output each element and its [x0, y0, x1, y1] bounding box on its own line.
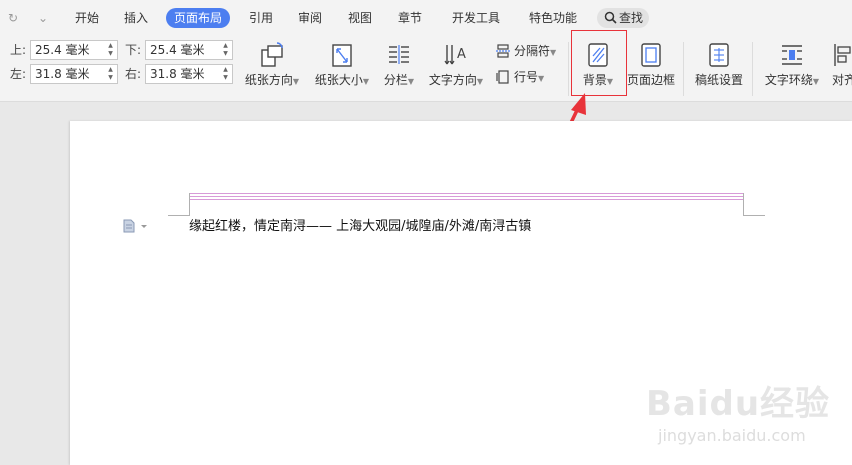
- text-direction-icon: A: [444, 45, 466, 65]
- page-border-icon: [641, 43, 661, 67]
- columns-icon: [389, 45, 409, 64]
- crop-mark: [743, 215, 765, 216]
- tab-home[interactable]: 开始: [75, 8, 99, 28]
- baidu-watermark: Baidu经验 jingyan.baidu.com: [646, 376, 846, 456]
- tab-references[interactable]: 引用: [249, 8, 273, 28]
- breaks-icon: [496, 44, 510, 58]
- ribbon-divider: [752, 42, 753, 96]
- paragraph-handle-icon[interactable]: [123, 219, 149, 233]
- margin-bottom-label: 下:: [125, 43, 142, 57]
- redo-icon[interactable]: ↻: [8, 10, 18, 26]
- line-numbers-label: 行号: [514, 70, 539, 84]
- margin-bottom-stepper[interactable]: ▲ ▼: [221, 42, 230, 58]
- quick-access-dropdown-icon[interactable]: ⌄: [38, 10, 48, 26]
- watermark-logo: Baidu经验: [646, 384, 831, 424]
- paper-size-button[interactable]: 纸张大小▼: [311, 38, 373, 100]
- watermark-url: jingyan.baidu.com: [658, 426, 806, 445]
- tab-sections[interactable]: 章节: [398, 8, 422, 28]
- margin-left-stepper[interactable]: ▲ ▼: [106, 66, 115, 82]
- tab-insert[interactable]: 插入: [124, 8, 148, 28]
- margin-bottom-input[interactable]: 25.4 毫米 ▲ ▼: [145, 40, 233, 60]
- text-wrap-button[interactable]: 文字环绕▼: [760, 38, 824, 100]
- search-label: 查找: [619, 11, 644, 25]
- orientation-label: 纸张方向: [244, 73, 293, 87]
- margin-right-value: 31.8 毫米: [150, 67, 205, 81]
- crop-mark: [168, 215, 190, 216]
- manuscript-grid-icon: [709, 43, 729, 67]
- orientation-button[interactable]: 纸张方向▼: [240, 38, 304, 100]
- manuscript-settings-label: 稿纸设置: [694, 73, 743, 87]
- tab-special-features[interactable]: 特色功能: [529, 8, 577, 28]
- margin-left-input[interactable]: 31.8 毫米 ▲ ▼: [30, 64, 118, 84]
- document-text-line[interactable]: 缘起红楼，情定南浔—— 上海大观园/城隍庙/外滩/南浔古镇: [189, 218, 531, 236]
- text-wrap-label: 文字环绕: [764, 73, 813, 87]
- breaks-button[interactable]: 分隔符▼: [496, 42, 568, 60]
- header-divider: [190, 193, 743, 194]
- align-label: 对齐: [832, 73, 852, 87]
- margin-top-label: 上:: [10, 43, 27, 57]
- align-icon: [834, 44, 851, 66]
- line-numbers-button[interactable]: 行号▼: [496, 68, 556, 86]
- margin-bottom-value: 25.4 毫米: [150, 43, 205, 57]
- search-icon: [604, 11, 617, 24]
- columns-label: 分栏: [383, 73, 408, 87]
- crop-mark: [743, 193, 744, 215]
- margin-left-label: 左:: [10, 67, 27, 81]
- margin-right-label: 右:: [125, 67, 142, 81]
- page-border-label: 页面边框: [626, 73, 675, 87]
- tab-review[interactable]: 审阅: [298, 8, 322, 28]
- ribbon-divider: [568, 42, 569, 96]
- line-numbers-icon: [496, 70, 509, 84]
- paper-size-icon: [332, 44, 352, 67]
- page-border-button[interactable]: 页面边框: [624, 38, 678, 100]
- paper-size-label: 纸张大小: [314, 73, 363, 87]
- align-button[interactable]: 对齐: [828, 38, 852, 100]
- margin-left-value: 31.8 毫米: [35, 67, 90, 81]
- margin-top-input[interactable]: 25.4 毫米 ▲ ▼: [30, 40, 118, 60]
- breaks-label: 分隔符: [514, 44, 551, 58]
- margin-top-stepper[interactable]: ▲ ▼: [106, 42, 115, 58]
- background-highlight-box: [571, 30, 627, 96]
- tab-developer[interactable]: 开发工具: [452, 8, 500, 28]
- text-wrap-icon: [782, 45, 802, 65]
- header-divider: [190, 199, 743, 200]
- manuscript-settings-button[interactable]: 稿纸设置: [692, 38, 746, 100]
- margin-right-stepper[interactable]: ▲ ▼: [221, 66, 230, 82]
- text-direction-button[interactable]: A 文字方向▼: [425, 38, 487, 100]
- ribbon: 上: 25.4 毫米 ▲ ▼ 下: 25.4 毫米 ▲ ▼ 左: 31.8 毫米 ▲…: [0, 36, 852, 131]
- svg-text:A: A: [457, 47, 466, 62]
- text-direction-label: 文字方向: [428, 73, 477, 87]
- header-divider: [190, 196, 743, 197]
- menu-bar: ↻ ⌄ 开始 插入 页面布局 引用 审阅 视图 章节 开发工具 特色功能 查找: [0, 0, 852, 36]
- crop-mark: [189, 193, 190, 215]
- tab-page-layout[interactable]: 页面布局: [166, 8, 231, 28]
- page-orientation-icon: [261, 42, 283, 67]
- ribbon-divider: [683, 42, 684, 96]
- tab-view[interactable]: 视图: [348, 8, 372, 28]
- search-button[interactable]: 查找: [597, 8, 649, 28]
- columns-button[interactable]: 分栏▼: [378, 38, 420, 100]
- margin-right-input[interactable]: 31.8 毫米 ▲ ▼: [145, 64, 233, 84]
- margin-top-value: 25.4 毫米: [35, 43, 90, 57]
